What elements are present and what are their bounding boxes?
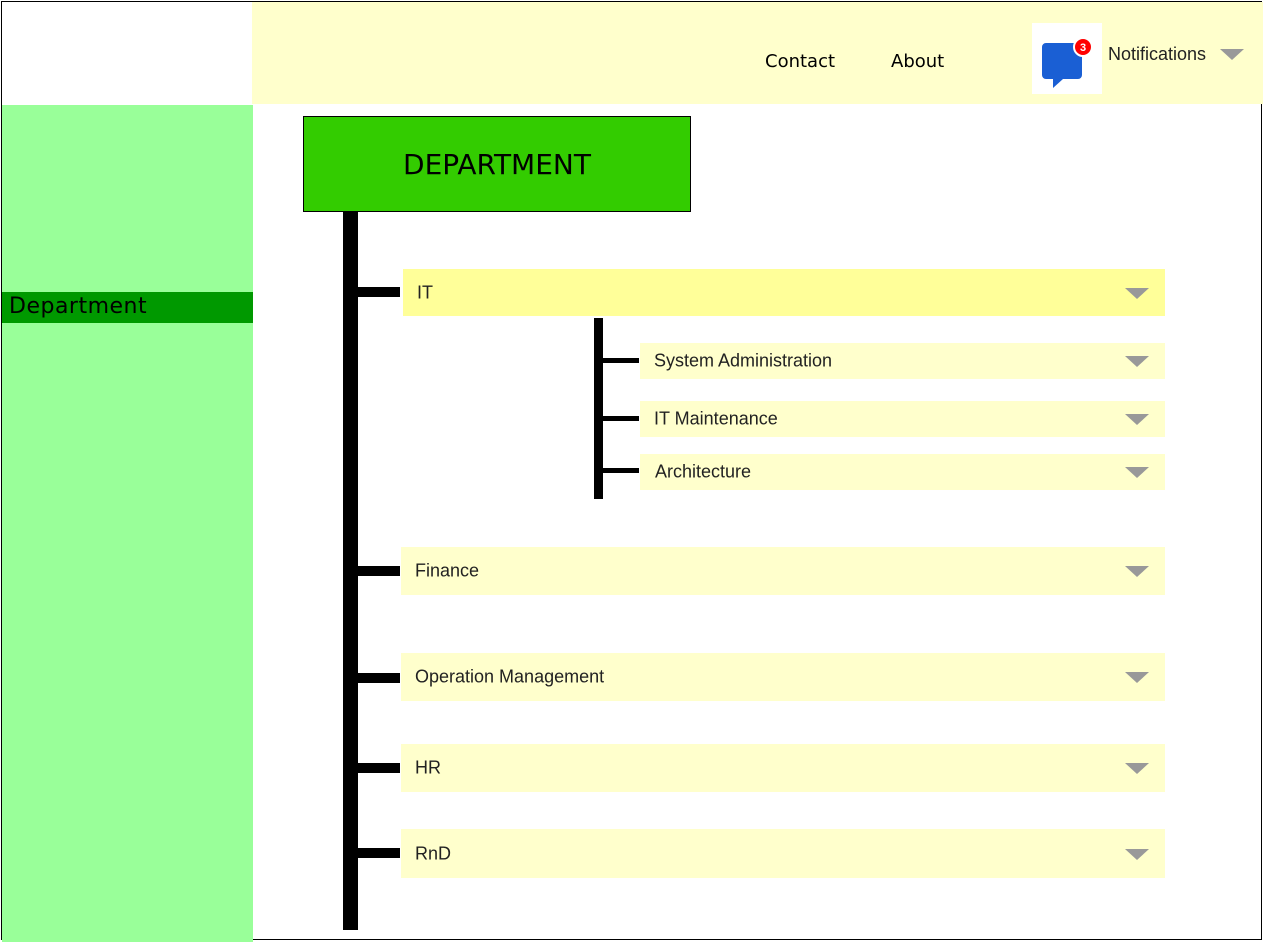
sidebar-item-label: Department	[9, 294, 148, 319]
subtree-branch-maintenance	[603, 416, 639, 421]
department-row-finance[interactable]: Finance	[401, 547, 1165, 595]
sidebar	[2, 105, 253, 942]
subdepartment-label: Architecture	[655, 461, 752, 482]
subdepartment-label: System Administration	[654, 350, 833, 371]
caret-down-icon[interactable]	[1125, 848, 1149, 860]
notification-count: 3	[1080, 42, 1086, 54]
department-row-hr[interactable]: HR	[401, 744, 1165, 792]
caret-down-icon[interactable]	[1125, 672, 1149, 683]
contact-link[interactable]: Contact	[765, 51, 835, 72]
tree-branch-rnd	[358, 848, 400, 858]
tree-branch-finance	[358, 566, 400, 576]
department-row-rnd[interactable]: RnD	[401, 829, 1165, 878]
subdepartment-row-it-maintenance[interactable]: IT Maintenance	[640, 401, 1165, 437]
department-title-box: DEPARTMENT	[303, 116, 691, 212]
department-row-it[interactable]: IT	[403, 269, 1165, 316]
logo-area	[2, 2, 252, 104]
subtree-trunk-line	[594, 318, 603, 499]
department-label: Operation Management	[415, 666, 605, 687]
subtree-branch-architecture	[603, 468, 639, 473]
caret-down-icon[interactable]	[1125, 566, 1149, 577]
subdepartment-label: IT Maintenance	[654, 408, 778, 429]
subdepartment-row-architecture[interactable]: Architecture	[640, 454, 1165, 490]
department-label: RnD	[415, 843, 452, 863]
department-label: IT	[417, 282, 433, 302]
chat-bubble-icon: 3	[1042, 37, 1093, 88]
caret-down-icon[interactable]	[1125, 356, 1149, 367]
about-link[interactable]: About	[891, 51, 944, 72]
sidebar-item-department[interactable]: Department	[2, 292, 253, 323]
tree-branch-operation	[358, 673, 400, 683]
tree-branch-it	[358, 287, 400, 297]
notifications-button[interactable]: 3	[1032, 23, 1102, 94]
subtree-branch-sysadmin	[603, 358, 639, 363]
tree-trunk-line	[343, 212, 358, 930]
page-title: DEPARTMENT	[403, 148, 591, 181]
notifications-caret-down-icon[interactable]	[1220, 49, 1244, 60]
caret-down-icon[interactable]	[1125, 287, 1149, 299]
department-label: Finance	[415, 560, 480, 581]
department-row-operation-management[interactable]: Operation Management	[401, 653, 1165, 701]
notifications-label[interactable]: Notifications	[1108, 44, 1206, 65]
subdepartment-row-system-administration[interactable]: System Administration	[640, 343, 1165, 379]
caret-down-icon[interactable]	[1125, 467, 1149, 478]
tree-branch-hr	[358, 763, 400, 773]
caret-down-icon[interactable]	[1125, 763, 1149, 774]
caret-down-icon[interactable]	[1125, 414, 1149, 425]
department-label: HR	[415, 757, 441, 778]
